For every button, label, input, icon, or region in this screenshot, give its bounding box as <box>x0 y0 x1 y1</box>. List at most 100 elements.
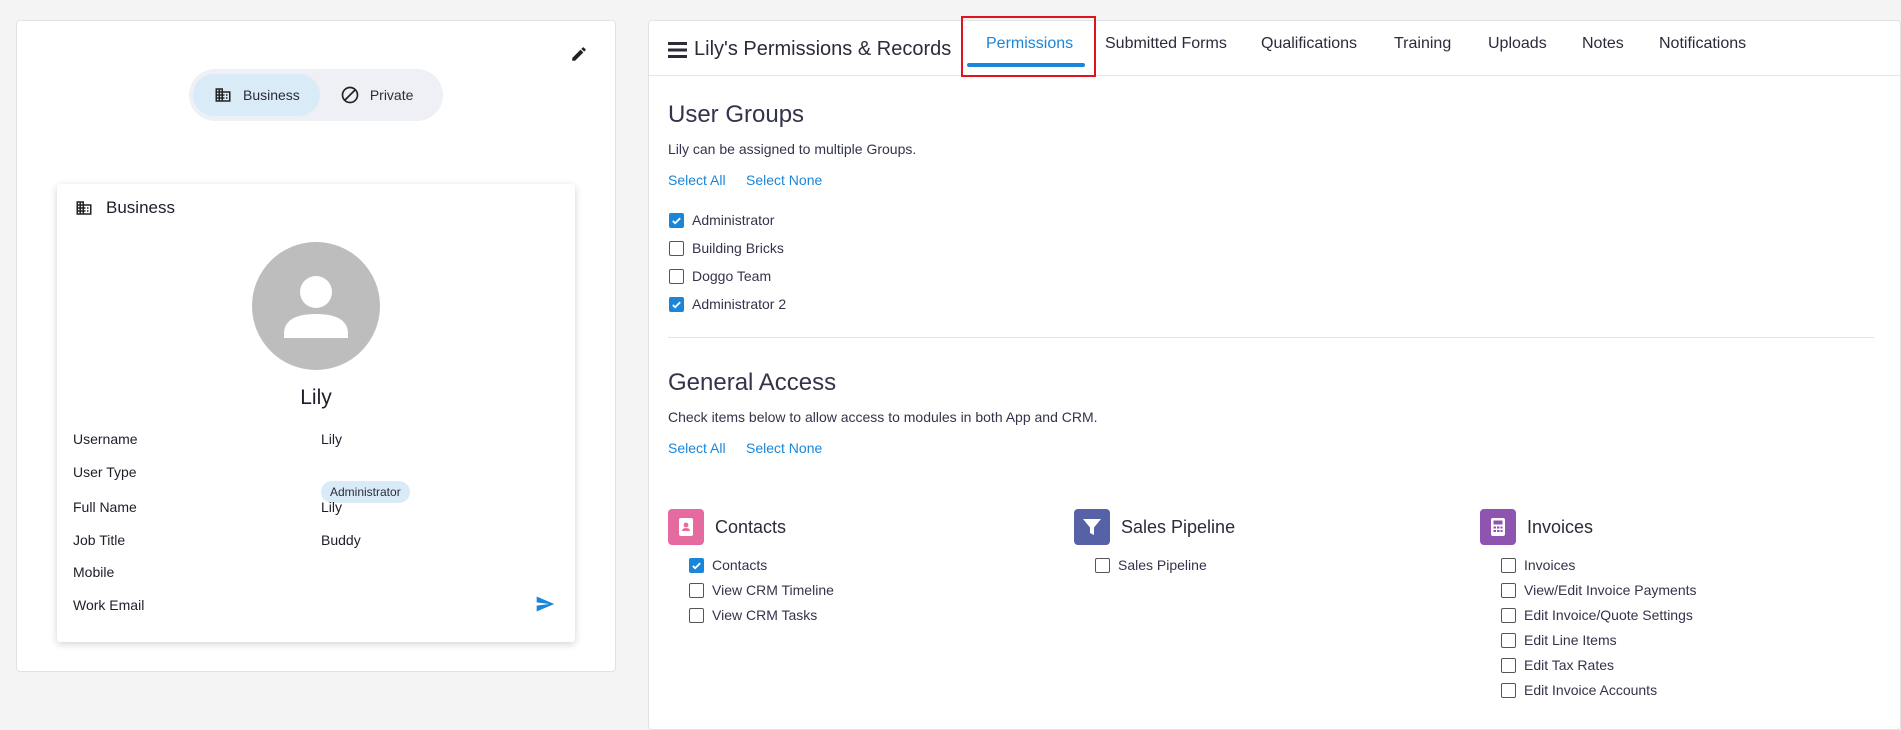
user-groups-select-none[interactable]: Select None <box>746 172 822 188</box>
access-label: View CRM Timeline <box>712 582 834 598</box>
access-checkbox-edit-tax-rates[interactable]: Edit Tax Rates <box>1501 657 1614 673</box>
access-label: Edit Tax Rates <box>1524 657 1615 673</box>
business-mode-label: Business <box>243 87 300 103</box>
module-title: Contacts <box>715 516 787 537</box>
checkbox-unchecked[interactable] <box>1501 632 1516 648</box>
hamburger-icon <box>668 42 687 58</box>
module-title: Sales Pipeline <box>1121 516 1236 537</box>
user-groups-description: Lily can be assigned to multiple Groups. <box>668 141 917 157</box>
card-header: Business <box>74 198 175 218</box>
profile-mode-toggle: Business Private <box>189 69 443 121</box>
tab-highlight-box <box>961 16 1096 77</box>
private-mode-button[interactable]: Private <box>320 74 434 116</box>
user-groups-title: User Groups <box>668 101 805 128</box>
job-title-value: Buddy <box>321 532 361 548</box>
checkbox-unchecked[interactable] <box>1501 582 1516 598</box>
group-label: Administrator 2 <box>692 296 787 312</box>
funnel-icon <box>1074 509 1110 545</box>
access-checkbox-view-crm-timeline[interactable]: View CRM Timeline <box>689 582 834 598</box>
checkbox-unchecked[interactable] <box>1095 557 1110 573</box>
group-label: Doggo Team <box>692 268 772 284</box>
records-tab-bar: Lily's Permissions & Records Permissions… <box>649 16 1900 77</box>
module-invoices: Invoices <box>1480 509 1593 545</box>
access-checkbox-invoices[interactable]: Invoices <box>1501 557 1575 573</box>
tab-qualifications[interactable]: Qualifications <box>1261 35 1357 53</box>
tab-notes[interactable]: Notes <box>1582 35 1624 53</box>
username-label: Username <box>73 431 138 447</box>
group-checkbox-doggo-team[interactable]: Doggo Team <box>669 268 771 284</box>
records-panel: Lily's Permissions & Records Permissions… <box>648 16 1901 730</box>
section-divider <box>668 337 1874 338</box>
checkbox-unchecked[interactable] <box>1501 657 1516 673</box>
general-access-title: General Access <box>668 369 837 396</box>
user-type-label: User Type <box>73 464 137 480</box>
access-checkbox-edit-invoice-accounts[interactable]: Edit Invoice Accounts <box>1501 682 1657 698</box>
group-checkbox-administrator-2[interactable]: Administrator 2 <box>669 296 786 312</box>
access-label: Edit Line Items <box>1524 632 1617 648</box>
checkbox-unchecked[interactable] <box>1501 557 1516 573</box>
work-email-label: Work Email <box>73 597 145 613</box>
access-checkbox-view-crm-tasks[interactable]: View CRM Tasks <box>689 607 817 623</box>
pencil-icon <box>572 47 586 61</box>
panel-title: Lily's Permissions & Records <box>694 38 952 60</box>
checkbox-checked[interactable] <box>669 212 684 228</box>
access-checkbox-view-edit-invoice-payments[interactable]: View/Edit Invoice Payments <box>1501 582 1697 598</box>
checkbox-unchecked[interactable] <box>669 268 684 284</box>
tab-submitted-forms[interactable]: Submitted Forms <box>1105 35 1227 53</box>
tab-training[interactable]: Training <box>1394 35 1451 53</box>
building-icon <box>215 88 231 102</box>
general-access-description: Check items below to allow access to mod… <box>668 409 1098 425</box>
profile-panel: Business Private Business Lily Username … <box>16 20 616 672</box>
job-title-label: Job Title <box>73 532 126 548</box>
edit-profile-button[interactable] <box>564 39 594 69</box>
access-checkbox-edit-invoice-quote-settings[interactable]: Edit Invoice/Quote Settings <box>1501 607 1693 623</box>
group-label: Building Bricks <box>692 240 784 256</box>
checkbox-checked[interactable] <box>689 557 704 573</box>
access-label: Edit Invoice Accounts <box>1524 682 1658 698</box>
checkbox-unchecked[interactable] <box>1501 607 1516 623</box>
calculator-icon <box>1480 509 1516 545</box>
full-name-label: Full Name <box>73 499 137 515</box>
checkbox-unchecked[interactable] <box>669 240 684 256</box>
menu-button[interactable] <box>668 42 687 63</box>
general-access-select-none[interactable]: Select None <box>746 440 822 456</box>
person-icon <box>284 276 348 338</box>
private-mode-label: Private <box>369 87 414 103</box>
send-email-button[interactable] <box>534 594 556 619</box>
business-mode-button[interactable]: Business <box>193 74 320 116</box>
mobile-label: Mobile <box>73 564 115 580</box>
contacts-book-icon <box>668 509 704 545</box>
tab-notifications[interactable]: Notifications <box>1659 35 1746 53</box>
username-value: Lily <box>321 431 343 447</box>
check-icon <box>672 217 681 225</box>
card-header-label: Business <box>106 198 175 217</box>
checkbox-unchecked[interactable] <box>689 607 704 623</box>
full-name-value: Lily <box>321 499 343 515</box>
profile-name: Lily <box>300 386 332 409</box>
module-title: Invoices <box>1527 516 1594 537</box>
access-checkbox-edit-line-items[interactable]: Edit Line Items <box>1501 632 1617 648</box>
access-label: View CRM Tasks <box>712 607 818 623</box>
check-icon <box>692 562 701 570</box>
checkbox-checked[interactable] <box>669 296 684 312</box>
access-checkbox-contacts[interactable]: Contacts <box>689 557 767 573</box>
access-label: Contacts <box>712 557 768 573</box>
module-sales-pipeline: Sales Pipeline <box>1074 509 1235 545</box>
block-icon <box>341 86 359 104</box>
send-icon <box>536 596 555 612</box>
access-checkbox-sales-pipeline[interactable]: Sales Pipeline <box>1095 557 1207 573</box>
profile-card: Business Lily Username Lily User Type Ad… <box>57 184 575 642</box>
checkbox-unchecked[interactable] <box>689 582 704 598</box>
check-icon <box>672 301 681 309</box>
checkbox-unchecked[interactable] <box>1501 682 1516 698</box>
group-checkbox-administrator[interactable]: Administrator <box>669 212 774 228</box>
group-label: Administrator <box>692 212 775 228</box>
tab-uploads[interactable]: Uploads <box>1488 35 1547 53</box>
access-label: Invoices <box>1524 557 1576 573</box>
user-groups-select-all[interactable]: Select All <box>668 172 726 188</box>
group-checkbox-building-bricks[interactable]: Building Bricks <box>669 240 784 256</box>
general-access-select-all[interactable]: Select All <box>668 440 726 456</box>
access-label: Sales Pipeline <box>1118 557 1207 573</box>
module-contacts: Contacts <box>668 509 786 545</box>
building-icon <box>76 201 92 215</box>
